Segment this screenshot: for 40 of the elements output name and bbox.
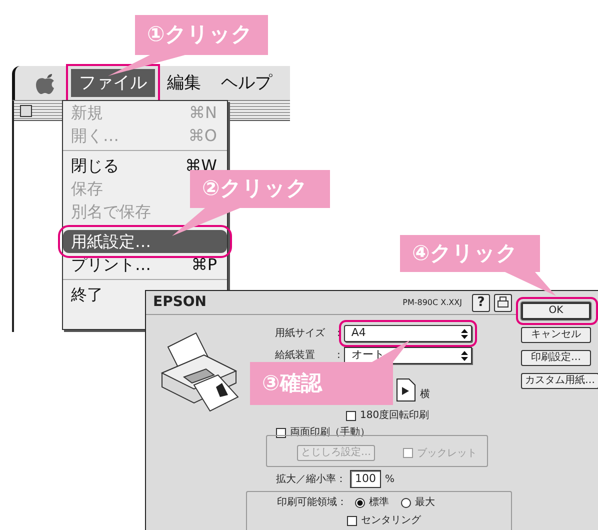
page-orientation-icon: [396, 378, 416, 402]
checkbox-label: 180度回転印刷: [360, 408, 430, 423]
radio-button[interactable]: [355, 498, 365, 508]
utility-button[interactable]: [494, 294, 512, 312]
menu-item[interactable]: 用紙設定…: [63, 230, 227, 253]
menu-bar-item[interactable]: ヘルプ: [213, 69, 280, 97]
checkbox-label: ブックレット: [417, 446, 477, 460]
unit-label: %: [385, 472, 395, 486]
callout-label: ②クリック: [202, 178, 308, 199]
help-button[interactable]: ?: [472, 294, 490, 312]
menu-bar-item[interactable]: 編集: [159, 69, 209, 97]
orientation-label: 横: [420, 388, 430, 402]
colon-label: :: [337, 327, 340, 341]
callout-label: ④クリック: [412, 242, 518, 264]
printer-tool-icon: [496, 296, 510, 310]
updown-arrow-icon: [461, 350, 468, 360]
field-label: 用紙サイズ: [275, 327, 326, 341]
callout-label: ③確認: [262, 372, 322, 394]
dialog-title: EPSON: [153, 293, 207, 312]
printable-area-label: 印刷可能領域：: [277, 496, 347, 510]
dialog-button[interactable]: OK: [521, 302, 591, 320]
dialog-button[interactable]: キャンセル: [521, 327, 591, 343]
menu-bar-item[interactable]: ファイル: [71, 69, 155, 97]
colon-label: :: [337, 349, 340, 363]
checkbox[interactable]: [276, 428, 286, 438]
updown-arrow-icon: [461, 328, 468, 338]
scale-label: 拡大／縮小率：: [276, 472, 346, 486]
scale-field[interactable]: 100: [350, 470, 381, 488]
close-box[interactable]: [20, 104, 32, 116]
checkbox[interactable]: [346, 410, 356, 420]
dialog-button[interactable]: カスタム用紙…: [521, 373, 598, 389]
checkbox-label: センタリング: [361, 514, 421, 528]
radio-label: 標準: [369, 496, 389, 510]
checkbox[interactable]: [347, 516, 357, 526]
model-label: PM-890C X.XXJ: [402, 296, 462, 308]
radio-label: 最大: [415, 496, 435, 510]
dialog-button[interactable]: 印刷設定…: [521, 350, 591, 366]
callout-label: ①クリック: [147, 24, 253, 45]
field-label: 給紙装置: [275, 348, 316, 363]
radio-button[interactable]: [401, 498, 411, 508]
